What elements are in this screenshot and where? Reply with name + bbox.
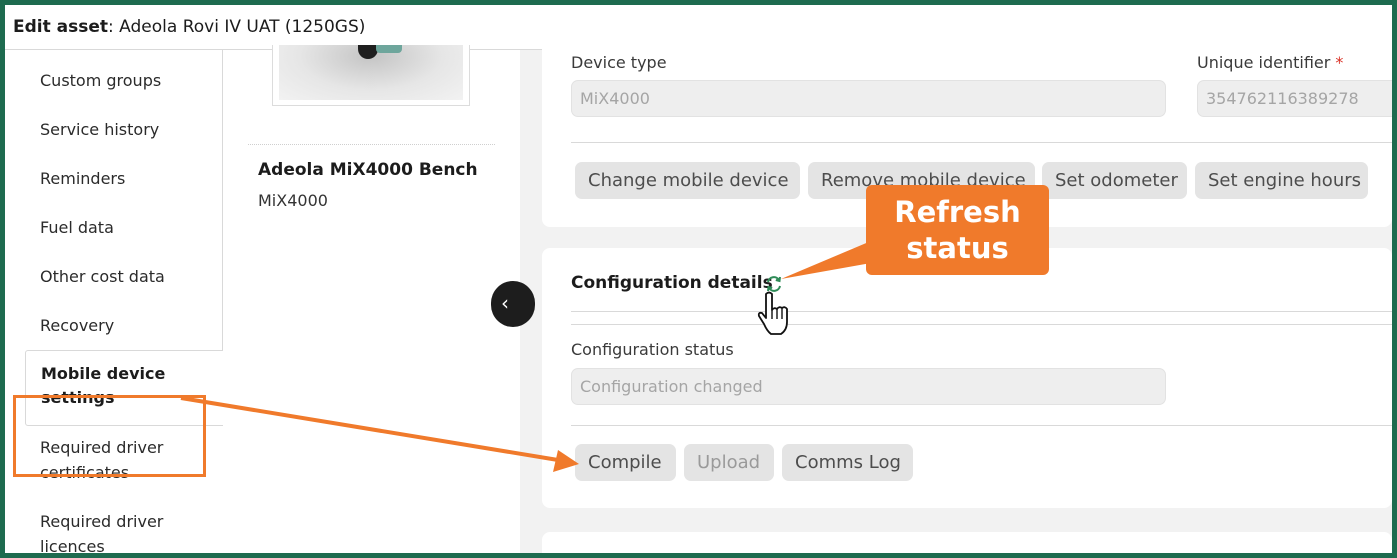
title-asset-name: : Adeola Rovi IV UAT (1250GS)	[108, 17, 366, 37]
main-panel: Device type MiX4000 Unique identifier * …	[520, 40, 1392, 553]
sidebar-panel	[5, 50, 223, 352]
divider	[248, 144, 495, 145]
asset-summary: Adeola MiX4000 Bench MiX4000	[223, 45, 520, 553]
asset-image	[272, 45, 470, 106]
collapse-panel-button[interactable]: ‹	[491, 281, 535, 327]
asset-model: MiX4000	[258, 191, 328, 210]
upload-button[interactable]: Upload	[684, 444, 774, 481]
compile-button[interactable]: Compile	[575, 444, 676, 481]
device-type-label: Device type	[571, 53, 667, 72]
device-strap	[376, 45, 402, 53]
unique-identifier-label: Unique identifier *	[1197, 53, 1343, 72]
asset-name: Adeola MiX4000 Bench	[258, 160, 478, 180]
sidebar-item-reminders[interactable]: Reminders	[40, 166, 125, 191]
sidebar: Custom groups Service history Reminders …	[5, 50, 235, 553]
divider	[571, 311, 1392, 312]
divider	[571, 425, 1392, 426]
configuration-details-title: Configuration details	[571, 273, 773, 293]
next-card	[542, 532, 1392, 553]
change-mobile-device-button[interactable]: Change mobile device	[575, 162, 800, 199]
callout-line: status	[906, 231, 1009, 265]
hand-cursor-icon	[757, 291, 788, 335]
divider	[571, 142, 1392, 143]
sidebar-item-fuel-data[interactable]: Fuel data	[40, 215, 114, 240]
set-odometer-button[interactable]: Set odometer	[1042, 162, 1187, 199]
device-type-field: MiX4000	[571, 80, 1166, 117]
set-engine-hours-button[interactable]: Set engine hours	[1195, 162, 1368, 199]
configuration-card: Configuration details Configuration stat…	[542, 248, 1392, 508]
refresh-status-callout: Refresh status	[866, 185, 1049, 275]
comms-log-button[interactable]: Comms Log	[782, 444, 913, 481]
divider	[571, 324, 1392, 325]
unique-identifier-label-text: Unique identifier	[1197, 53, 1331, 72]
configuration-status-field: Configuration changed	[571, 368, 1166, 405]
sidebar-item-custom-groups[interactable]: Custom groups	[40, 68, 161, 93]
highlight-box	[13, 395, 206, 477]
app-window: Edit asset: Adeola Rovi IV UAT (1250GS) …	[5, 5, 1392, 553]
callout-line: Refresh	[894, 195, 1021, 229]
unique-identifier-field: 354762116389278	[1197, 80, 1392, 117]
sidebar-item-recovery[interactable]: Recovery	[40, 313, 114, 338]
sidebar-item-other-cost-data[interactable]: Other cost data	[40, 264, 165, 289]
configuration-status-label: Configuration status	[571, 340, 734, 359]
chevron-left-icon: ‹	[501, 291, 509, 315]
sidebar-item-service-history[interactable]: Service history	[40, 117, 159, 142]
required-marker: *	[1335, 53, 1344, 72]
sidebar-item-required-driver-licences[interactable]: Required driver licences	[40, 509, 190, 553]
title-prefix: Edit asset	[13, 17, 109, 37]
